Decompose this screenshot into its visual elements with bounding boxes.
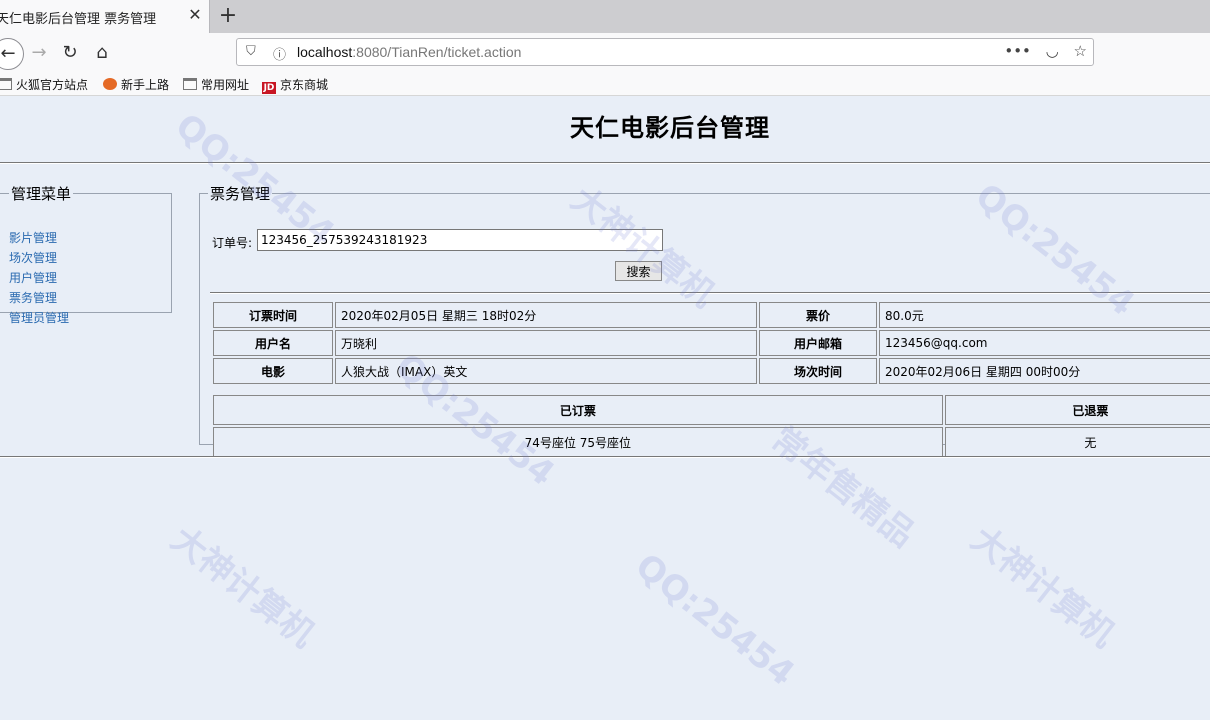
folder-icon <box>0 78 12 90</box>
bookmark-label: 京东商城 <box>280 78 329 92</box>
table-row: 已订票 已退票 <box>213 395 1210 425</box>
price-value: 80.0元 <box>879 302 1210 328</box>
new-tab-button[interactable]: + <box>217 3 239 28</box>
firefox-icon <box>103 78 117 90</box>
bookmark-star-icon[interactable]: ☆ <box>1074 42 1087 60</box>
url-text[interactable]: localhost:8080/TianRen/ticket.action <box>297 44 521 60</box>
bookmarks-toolbar: 火狐官方站点 新手上路 常用网址 JD 京东商城 <box>0 73 1210 96</box>
divider <box>0 162 1210 164</box>
menu-item-tickets[interactable]: 票务管理 <box>9 288 69 308</box>
divider <box>210 292 1210 294</box>
watermark: 大神计算机 <box>963 519 1123 656</box>
pocket-icon[interactable]: ◡ <box>1046 42 1059 60</box>
bookmark-label: 新手上路 <box>121 78 170 92</box>
close-tab-icon[interactable]: ✕ <box>186 6 204 24</box>
table-row: 74号座位 75号座位 无 <box>213 427 1210 457</box>
booked-seats-header: 已订票 <box>213 395 943 425</box>
seat-table: 已订票 已退票 74号座位 75号座位 无 <box>211 393 1210 459</box>
folder-icon <box>183 78 197 90</box>
browser-tab-bar: 天仁电影后台管理 票务管理 ✕ + <box>0 0 1210 33</box>
bookmark-item[interactable]: 新手上路 <box>103 76 169 93</box>
menu-item-users[interactable]: 用户管理 <box>9 268 69 288</box>
table-row: 订票时间 2020年02月05日 星期三 18时02分 票价 80.0元 <box>213 302 1210 328</box>
tab-title: 天仁电影后台管理 票务管理 <box>0 12 157 27</box>
show-time-label: 场次时间 <box>759 358 877 384</box>
order-time-label: 订票时间 <box>213 302 333 328</box>
bookmark-item[interactable]: 常用网址 <box>183 76 249 93</box>
home-icon[interactable]: ⌂ <box>90 41 114 65</box>
browser-nav-bar: ← → ↻ ⌂ ⛉ ⓘ localhost:8080/TianRen/ticke… <box>0 33 1210 73</box>
browser-tab-active[interactable]: 天仁电影后台管理 票务管理 ✕ <box>0 0 210 33</box>
order-number-input[interactable] <box>257 229 663 251</box>
bookmark-item[interactable]: 火狐官方站点 <box>0 76 88 93</box>
bookmark-item[interactable]: JD 京东商城 <box>262 76 328 94</box>
booked-seats-value: 74号座位 75号座位 <box>213 427 943 457</box>
email-value: 123456@qq.com <box>879 330 1210 356</box>
order-time-value: 2020年02月05日 星期三 18时02分 <box>335 302 757 328</box>
forward-arrow-icon[interactable]: → <box>27 41 51 65</box>
table-row: 电影 人狼大战（IMAX）英文 场次时间 2020年02月06日 星期四 00时… <box>213 358 1210 384</box>
url-host: localhost <box>297 44 353 60</box>
shield-icon[interactable]: ⛉ <box>246 44 256 59</box>
menu-item-admins[interactable]: 管理员管理 <box>9 308 69 328</box>
show-time-value: 2020年02月06日 星期四 00时00分 <box>879 358 1210 384</box>
bookmark-label: 火狐官方站点 <box>16 78 89 92</box>
order-number-label: 订单号: <box>212 236 253 250</box>
menu-legend: 管理菜单 <box>11 185 72 203</box>
menu-item-sessions[interactable]: 场次管理 <box>9 248 69 268</box>
menu-item-movies[interactable]: 影片管理 <box>9 228 69 248</box>
watermark: 大神计算机 <box>163 519 323 656</box>
search-button[interactable]: 搜索 <box>615 261 662 281</box>
table-row: 用户名 万晓利 用户邮箱 123456@qq.com <box>213 330 1210 356</box>
email-label: 用户邮箱 <box>759 330 877 356</box>
movie-label: 电影 <box>213 358 333 384</box>
more-actions-icon[interactable]: ••• <box>1004 42 1031 60</box>
info-icon[interactable]: ⓘ <box>273 44 286 63</box>
jd-icon: JD <box>262 82 276 94</box>
ticket-info-table: 订票时间 2020年02月05日 星期三 18时02分 票价 80.0元 用户名… <box>211 300 1210 386</box>
movie-value: 人狼大战（IMAX）英文 <box>335 358 757 384</box>
back-arrow-icon[interactable]: ← <box>0 38 24 70</box>
username-value: 万晓利 <box>335 330 757 356</box>
ticket-legend: 票务管理 <box>210 185 271 203</box>
watermark: QQ:25454 <box>627 545 802 695</box>
ticket-panel: 票务管理 订单号: 搜索 订票时间 2020年02月05日 星期三 18时02分… <box>199 183 1210 457</box>
price-label: 票价 <box>759 302 877 328</box>
url-path: :8080/TianRen/ticket.action <box>352 44 522 60</box>
refunded-seats-value: 无 <box>944 427 1210 457</box>
divider <box>0 456 1210 458</box>
username-label: 用户名 <box>213 330 333 356</box>
page-title: 天仁电影后台管理 <box>570 114 770 142</box>
refunded-seats-header: 已退票 <box>944 395 1210 425</box>
bookmark-label: 常用网址 <box>201 78 250 92</box>
url-bar[interactable]: ⛉ ⓘ localhost:8080/TianRen/ticket.action… <box>236 38 1094 66</box>
admin-menu: 管理菜单 影片管理 场次管理 用户管理 票务管理 管理员管理 <box>0 183 172 325</box>
reload-icon[interactable]: ↻ <box>58 41 82 65</box>
